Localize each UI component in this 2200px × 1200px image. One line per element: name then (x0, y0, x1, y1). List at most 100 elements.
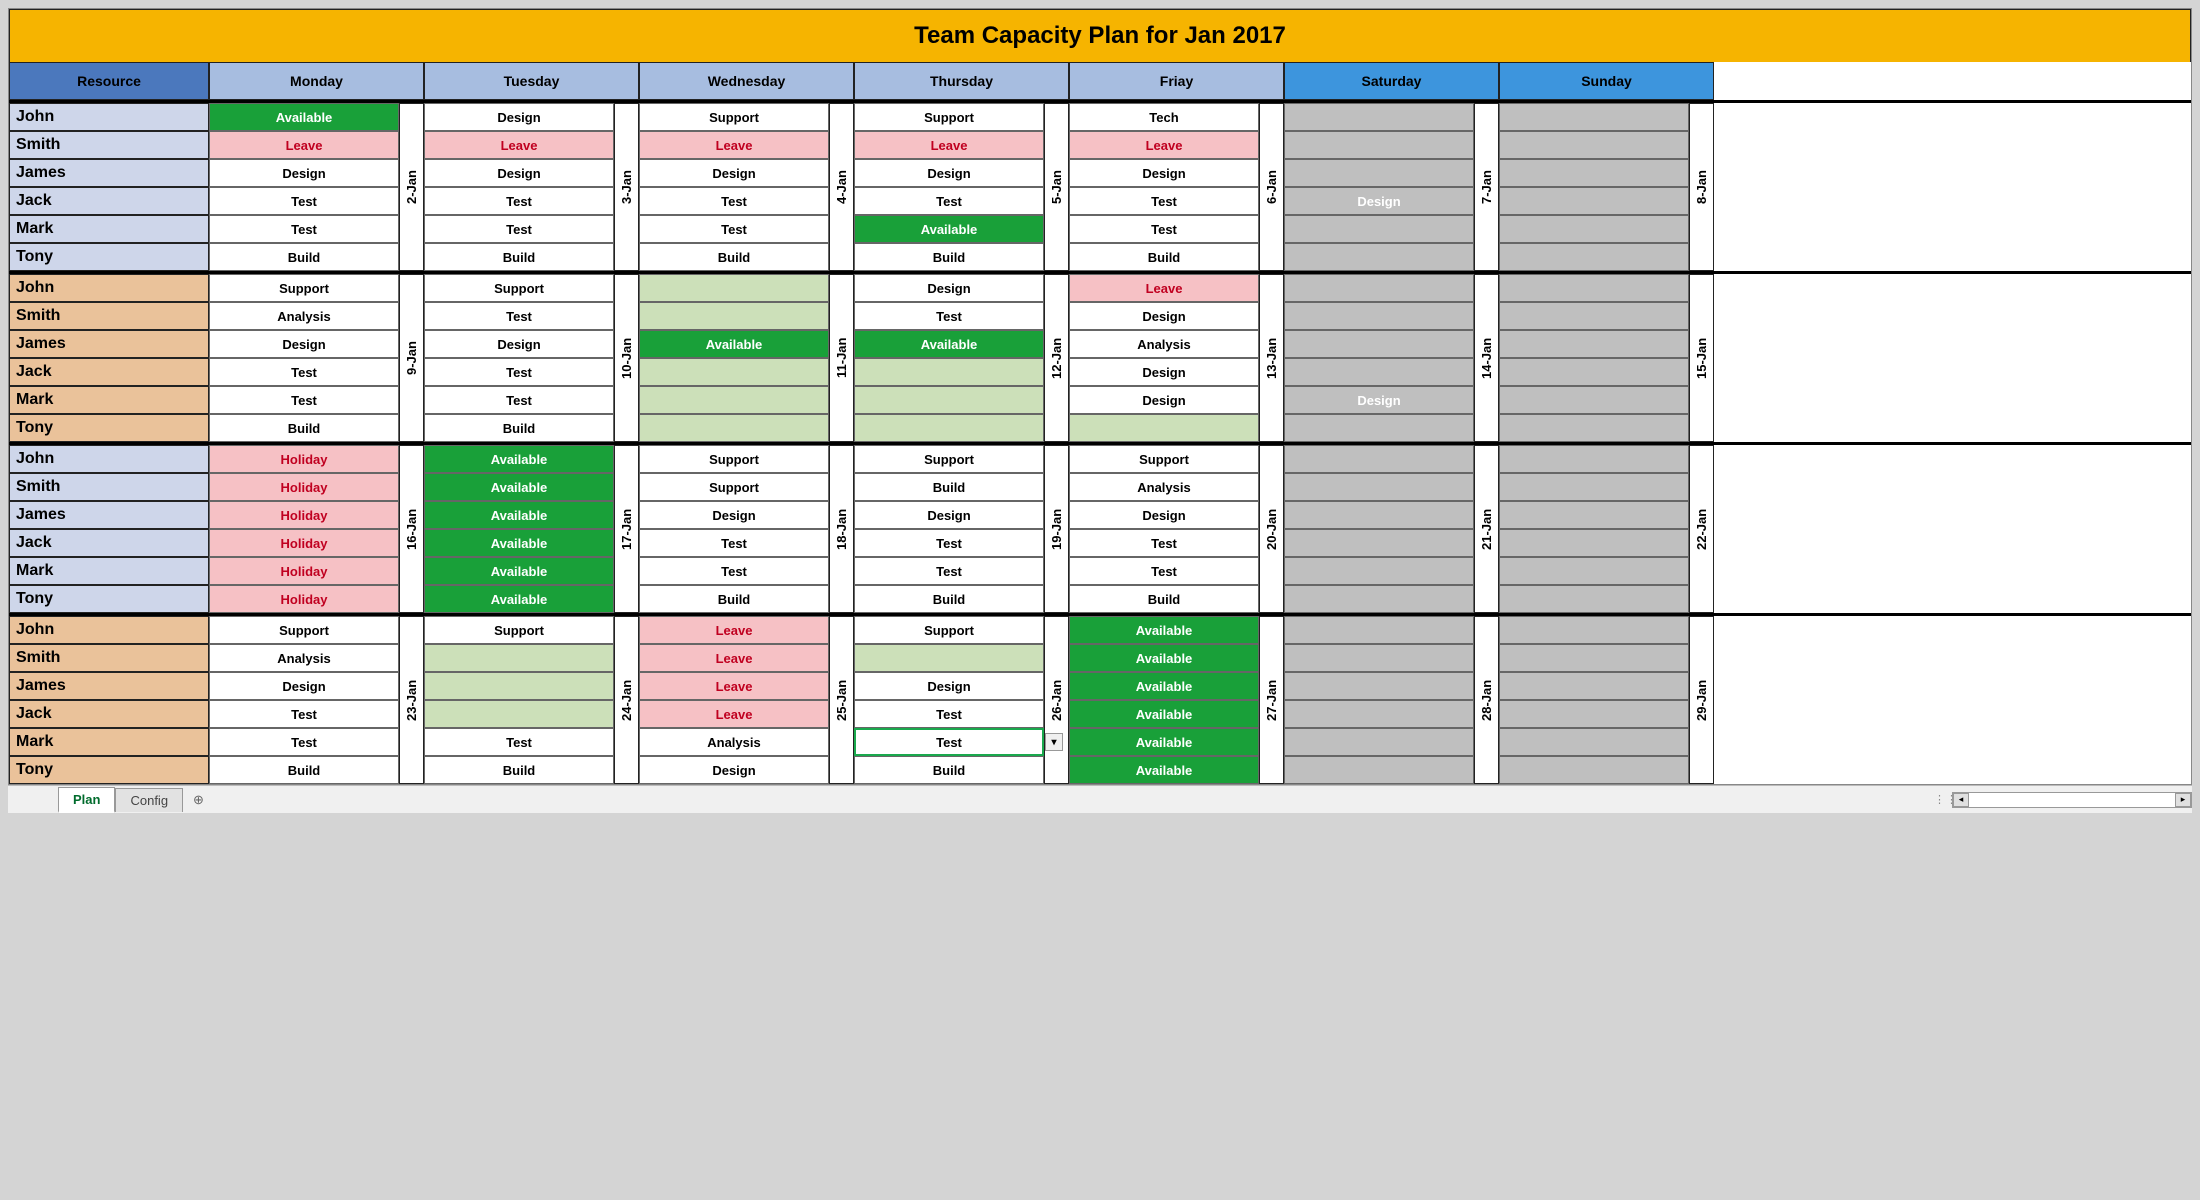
resource-cell[interactable]: Smith (9, 473, 209, 501)
task-cell[interactable]: Holiday (209, 557, 399, 585)
task-cell[interactable]: Build (209, 243, 399, 271)
task-cell[interactable]: Build (424, 414, 614, 442)
task-cell[interactable]: Design (1284, 187, 1474, 215)
task-cell[interactable]: Available (854, 330, 1044, 358)
task-cell[interactable]: Build (854, 756, 1044, 784)
resource-cell[interactable]: John (9, 445, 209, 473)
task-cell[interactable]: Support (209, 274, 399, 302)
task-cell[interactable]: Holiday (209, 473, 399, 501)
task-cell[interactable] (1284, 728, 1474, 756)
task-cell[interactable] (1499, 616, 1689, 644)
resource-cell[interactable]: Jack (9, 187, 209, 215)
task-cell[interactable]: Test (854, 302, 1044, 330)
task-cell[interactable]: Available (639, 330, 829, 358)
task-cell[interactable] (1499, 330, 1689, 358)
resource-cell[interactable]: James (9, 330, 209, 358)
task-cell[interactable] (1284, 700, 1474, 728)
task-cell[interactable] (1284, 529, 1474, 557)
task-cell[interactable] (1499, 585, 1689, 613)
task-cell[interactable]: Test (639, 187, 829, 215)
task-cell[interactable]: Leave (639, 616, 829, 644)
task-cell[interactable]: Test (209, 728, 399, 756)
task-cell[interactable]: Design (209, 159, 399, 187)
task-cell[interactable] (854, 358, 1044, 386)
task-cell[interactable]: Support (424, 616, 614, 644)
task-cell[interactable]: Analysis (1069, 330, 1259, 358)
task-cell[interactable]: Support (854, 616, 1044, 644)
task-cell[interactable]: Design (424, 103, 614, 131)
task-cell[interactable]: Leave (209, 131, 399, 159)
task-cell[interactable]: Design (1069, 386, 1259, 414)
task-cell[interactable]: Build (854, 473, 1044, 501)
task-cell[interactable]: Build (1069, 243, 1259, 271)
task-cell[interactable] (1499, 756, 1689, 784)
task-cell[interactable]: Test (424, 187, 614, 215)
task-cell[interactable] (854, 386, 1044, 414)
tab-plan[interactable]: Plan (58, 787, 115, 813)
task-cell[interactable]: Design (424, 330, 614, 358)
resource-cell[interactable]: Mark (9, 386, 209, 414)
task-cell[interactable] (639, 414, 829, 442)
task-cell[interactable]: Test (209, 700, 399, 728)
task-cell[interactable] (1284, 672, 1474, 700)
task-cell[interactable]: Design (424, 159, 614, 187)
task-cell[interactable] (1499, 473, 1689, 501)
task-cell[interactable]: Test (639, 215, 829, 243)
task-cell[interactable]: Test (1069, 187, 1259, 215)
task-cell[interactable]: Test (854, 529, 1044, 557)
task-cell[interactable]: Build (639, 243, 829, 271)
task-cell[interactable] (1284, 274, 1474, 302)
task-cell[interactable] (424, 700, 614, 728)
task-cell[interactable] (1499, 386, 1689, 414)
task-cell[interactable]: Design (639, 501, 829, 529)
task-cell[interactable]: Leave (854, 131, 1044, 159)
task-cell[interactable] (1499, 358, 1689, 386)
task-cell[interactable]: Design (209, 330, 399, 358)
drag-grip-icon[interactable]: ⋮⋮ (1934, 793, 1948, 806)
task-cell[interactable] (1499, 445, 1689, 473)
task-cell[interactable]: Design (854, 501, 1044, 529)
resource-cell[interactable]: James (9, 672, 209, 700)
scroll-left-icon[interactable]: ◂ (1953, 793, 1969, 807)
task-cell[interactable]: Available (1069, 728, 1259, 756)
task-cell[interactable]: Support (639, 473, 829, 501)
task-cell[interactable] (1499, 159, 1689, 187)
task-cell[interactable]: Available (1069, 700, 1259, 728)
task-cell[interactable] (1284, 215, 1474, 243)
task-cell[interactable]: Design (1069, 159, 1259, 187)
task-cell[interactable]: Available (854, 215, 1044, 243)
task-cell[interactable]: Build (1069, 585, 1259, 613)
task-cell[interactable] (1284, 756, 1474, 784)
task-cell[interactable]: Test (209, 187, 399, 215)
resource-cell[interactable]: John (9, 103, 209, 131)
task-cell[interactable]: Support (639, 445, 829, 473)
task-cell[interactable] (1284, 445, 1474, 473)
task-cell[interactable]: Leave (1069, 274, 1259, 302)
task-cell[interactable] (1284, 585, 1474, 613)
task-cell[interactable]: Build (209, 756, 399, 784)
task-cell[interactable]: Test (1069, 215, 1259, 243)
task-cell[interactable]: Design (639, 159, 829, 187)
task-cell[interactable] (1499, 557, 1689, 585)
task-cell[interactable] (1284, 330, 1474, 358)
task-cell[interactable] (1499, 215, 1689, 243)
task-cell[interactable] (1499, 274, 1689, 302)
resource-cell[interactable]: Jack (9, 358, 209, 386)
task-cell[interactable] (424, 672, 614, 700)
task-cell[interactable]: Available (209, 103, 399, 131)
resource-cell[interactable]: John (9, 616, 209, 644)
resource-cell[interactable]: Smith (9, 302, 209, 330)
task-cell[interactable]: Test (639, 557, 829, 585)
task-cell[interactable] (1284, 616, 1474, 644)
resource-cell[interactable]: Smith (9, 131, 209, 159)
task-cell[interactable]: Support (639, 103, 829, 131)
task-cell[interactable]: Design (1069, 501, 1259, 529)
task-cell[interactable]: Available (1069, 756, 1259, 784)
task-cell[interactable]: Available (1069, 672, 1259, 700)
task-cell[interactable]: Tech (1069, 103, 1259, 131)
task-cell[interactable]: Holiday (209, 529, 399, 557)
resource-cell[interactable]: Tony (9, 243, 209, 271)
task-cell[interactable] (424, 644, 614, 672)
task-cell[interactable]: Support (209, 616, 399, 644)
task-cell[interactable]: Test (209, 386, 399, 414)
